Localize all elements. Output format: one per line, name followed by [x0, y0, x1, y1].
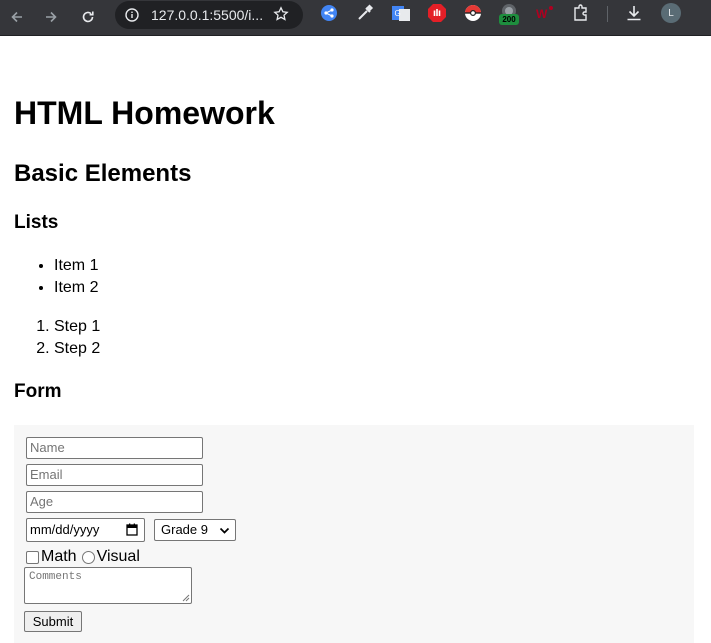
- math-checkbox[interactable]: [26, 550, 39, 564]
- email-input[interactable]: Email: [26, 464, 203, 486]
- url-text: 127.0.0.1:5500/i...: [151, 7, 264, 23]
- submit-button[interactable]: Submit: [24, 611, 82, 632]
- lists-heading: Lists: [14, 212, 59, 233]
- chevron-down-icon: [219, 527, 230, 534]
- list-item: Step 2: [54, 338, 100, 360]
- profile-avatar[interactable]: L: [661, 3, 681, 23]
- list-item: Step 1: [54, 316, 100, 338]
- bookmark-star-icon[interactable]: [273, 6, 289, 27]
- math-checkbox-label: Math: [41, 548, 77, 565]
- page-title: HTML Homework: [14, 95, 275, 131]
- toolbar-separator: [607, 6, 608, 22]
- section-heading: Basic Elements: [14, 160, 192, 187]
- back-button[interactable]: [4, 4, 30, 30]
- google-translate-extension-icon[interactable]: G: [391, 3, 411, 23]
- name-input[interactable]: Name: [26, 437, 203, 459]
- subject-options-row: Math Visual: [26, 548, 140, 566]
- calendar-icon[interactable]: [126, 523, 138, 536]
- browser-toolbar: 127.0.0.1:5500/i... G 200 W L: [0, 0, 711, 36]
- extensions-puzzle-icon[interactable]: [571, 3, 591, 23]
- unordered-list: Item 1 Item 2: [14, 255, 98, 299]
- visual-radio[interactable]: [81, 550, 95, 564]
- wappalyzer-extension-icon[interactable]: W: [535, 3, 555, 23]
- download-icon[interactable]: [624, 3, 644, 23]
- share-extension-icon[interactable]: [319, 3, 339, 23]
- list-item: Item 2: [54, 277, 98, 299]
- date-placeholder: mm/dd/yyyy: [30, 522, 100, 537]
- age-input[interactable]: Age: [26, 491, 203, 513]
- pokeball-extension-icon[interactable]: [463, 3, 483, 23]
- eyedropper-extension-icon[interactable]: [355, 3, 375, 23]
- grade-selected-value: Grade 9: [161, 522, 208, 537]
- site-info-icon[interactable]: [124, 7, 140, 28]
- form-heading: Form: [14, 381, 62, 402]
- reload-icon: [82, 11, 94, 23]
- grade-select[interactable]: Grade 9: [154, 519, 236, 541]
- svg-text:W: W: [536, 7, 548, 21]
- date-input[interactable]: mm/dd/yyyy: [26, 518, 145, 542]
- adblock-extension-icon[interactable]: [427, 3, 447, 23]
- resize-grip-icon[interactable]: [182, 594, 190, 602]
- homework-form: Name Email Age mm/dd/yyyy Grade 9 Math V…: [14, 425, 694, 643]
- ordered-list: Step 1 Step 2: [14, 316, 100, 360]
- reload-button[interactable]: [75, 4, 101, 30]
- comments-textarea[interactable]: Comments: [24, 567, 192, 604]
- list-item: Item 1: [54, 255, 98, 277]
- forward-button[interactable]: [38, 4, 64, 30]
- extension-badge: 200: [499, 14, 519, 25]
- address-bar[interactable]: 127.0.0.1:5500/i...: [115, 1, 303, 29]
- back-arrow-icon: [11, 11, 22, 23]
- svg-text:G: G: [395, 9, 401, 18]
- forward-arrow-icon: [46, 11, 57, 23]
- visual-radio-label: Visual: [96, 548, 140, 565]
- comments-placeholder: Comments: [29, 571, 82, 583]
